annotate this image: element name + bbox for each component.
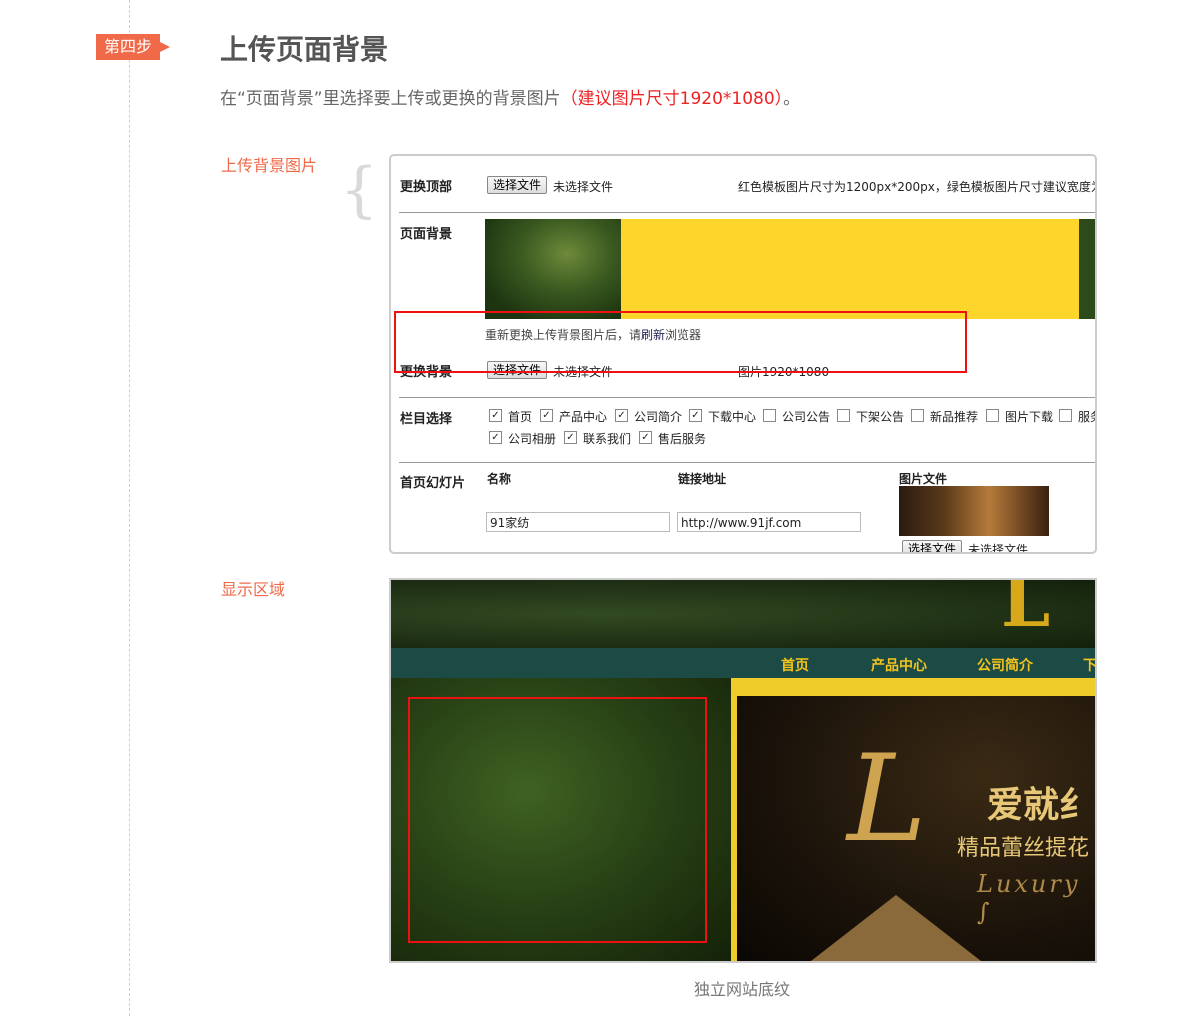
column-checkbox-label: 新品推荐 [930, 410, 979, 424]
col-image-header: 图片文件 [899, 472, 948, 486]
column-checkbox[interactable] [763, 409, 776, 422]
banner-subtitle: 精品蕾丝提花 [957, 836, 1090, 861]
header-row-label: 更换顶部 [400, 180, 453, 195]
banner-title: 爱就纟 [987, 784, 1096, 826]
column-checkbox-label: 公司相册 [508, 432, 557, 446]
background-preview-edge [1079, 219, 1095, 319]
header-size-hint: 红色模板图片尺寸为1200px*200px，绿色模板图片尺寸建议宽度为 [738, 180, 1097, 194]
col-link-header: 链接地址 [678, 472, 727, 486]
admin-panel: 更换顶部 选择文件 未选择文件 红色模板图片尺寸为1200px*200px，绿色… [389, 154, 1097, 554]
preview-nav-item[interactable]: 产品中心 [871, 655, 927, 675]
column-checkbox-label: 售后服务 [658, 432, 707, 446]
preview-nav-item[interactable]: 首页 [781, 655, 809, 675]
pyramid-graphic [811, 895, 981, 961]
column-checkbox[interactable]: ✓ [615, 409, 628, 422]
column-checkbox[interactable]: ✓ [489, 431, 502, 444]
highlight-box [408, 697, 707, 943]
slide-thumbnail [899, 486, 1049, 536]
column-checkbox[interactable]: ✓ [564, 431, 577, 444]
background-preview-image [485, 219, 621, 319]
column-checkbox[interactable]: ✓ [540, 409, 553, 422]
preview-header [391, 580, 1095, 648]
background-row-label: 页面背景 [400, 227, 453, 242]
column-checkbox[interactable] [986, 409, 999, 422]
header-choose-file-button[interactable]: 选择文件 [487, 176, 548, 194]
column-checkbox[interactable]: ✓ [689, 409, 702, 422]
preview-nav: 首页 产品中心 公司简介 下 [391, 648, 1095, 678]
column-checkbox-label: 首页 [508, 410, 533, 424]
column-checkbox-label: 产品中心 [559, 410, 608, 424]
step-tag: 第四步 [96, 34, 170, 60]
slide-link-input[interactable]: http://www.91jf.com [677, 512, 861, 532]
column-checkbox[interactable]: ✓ [489, 409, 502, 422]
column-checkbox-label: 公司公告 [782, 410, 831, 424]
column-checkbox-label: 联系我们 [583, 432, 632, 446]
slide-choose-file-button[interactable]: 选择文件 [902, 540, 963, 552]
step-description: 在“页面背景”里选择要上传或更换的背景图片（建议图片尺寸1920*1080）。 [220, 84, 800, 109]
column-checkbox[interactable] [911, 409, 924, 422]
display-label: 显示区域 [221, 580, 286, 599]
column-checkbox-label: 下载中心 [708, 410, 757, 424]
preview-nav-item[interactable]: 下 [1083, 655, 1095, 675]
desc-suffix: 。 [783, 89, 801, 109]
banner-script: Luxury ∫ [977, 870, 1081, 926]
column-checkbox[interactable] [1059, 409, 1072, 422]
divider [399, 397, 1095, 398]
page-title: 上传页面背景 [220, 33, 389, 66]
column-checkbox[interactable] [837, 409, 850, 422]
preview-logo: L [1001, 578, 1051, 643]
highlight-box [394, 311, 967, 373]
desc-prefix: 在“页面背景”里选择要上传或更换的背景图片 [220, 89, 561, 109]
column-checkbox-label: 公司简介 [634, 410, 683, 424]
slide-name-input[interactable]: 91家纺 [486, 512, 670, 532]
caption-text: 独立网站底纹 [693, 980, 790, 999]
divider [399, 212, 1095, 213]
desc-highlight: （建议图片尺寸1920*1080） [560, 89, 784, 109]
col-name-header: 名称 [487, 472, 512, 486]
site-preview: L 首页 产品中心 公司简介 下 L 爱就纟 精品蕾丝提花 Luxury ∫ [389, 578, 1097, 963]
slide-no-file-text: 未选择文件 [968, 543, 1029, 554]
header-no-file-text: 未选择文件 [553, 180, 614, 194]
columns-row-label: 栏目选择 [400, 412, 453, 427]
upload-label: 上传背景图片 [221, 156, 318, 175]
figure-caption: 独立网站底纹 [0, 976, 1190, 1000]
background-preview-yellow [621, 219, 1079, 319]
preview-nav-item[interactable]: 公司简介 [977, 655, 1033, 675]
slideshow-row-label: 首页幻灯片 [400, 476, 466, 491]
column-checkbox[interactable]: ✓ [639, 431, 652, 444]
timeline-dashed-line [129, 0, 130, 1016]
banner-letter: L [847, 730, 927, 869]
brace-icon: { [340, 155, 379, 225]
column-checkbox-label: 服务 [1078, 410, 1095, 424]
column-checkbox-label: 图片下载 [1005, 410, 1054, 424]
column-checkbox-label: 下架公告 [856, 410, 905, 424]
divider [399, 462, 1095, 463]
